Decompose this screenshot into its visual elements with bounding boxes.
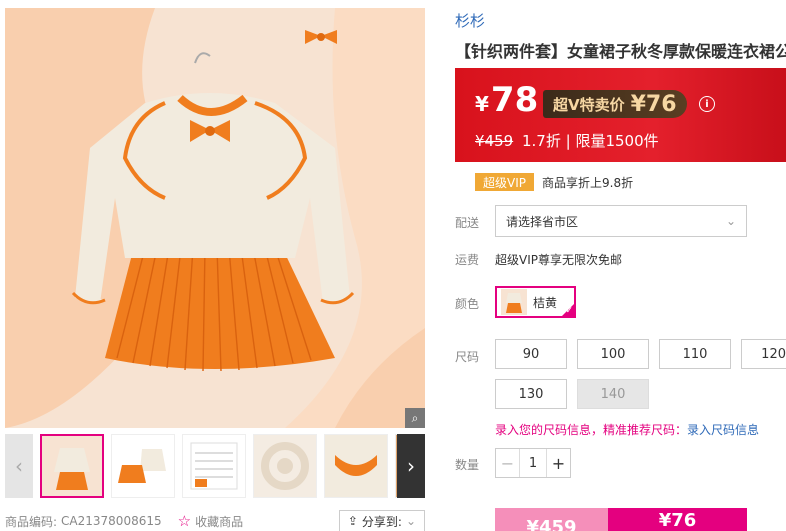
thumbnail-strip: ‹ › [5,434,425,498]
product-title: 【针织两件套】女童裙子秋冬厚款保暖连衣裙公主裙 [455,42,786,61]
share-button[interactable]: ⇪ 分享到: ⌄ [338,510,425,531]
share-icon: ⇪ [347,514,358,528]
discount-text: 1.7折 [521,132,561,150]
size-option-110[interactable]: 110 [659,339,731,369]
size-hint: 录入您的尺码信息，精准推荐尺码：录入尺码信息 [495,421,759,438]
quantity-input[interactable]: 1 [520,449,546,477]
limit-text: 限量1500件 [575,132,659,150]
size-hint-link[interactable]: 录入尺码信息 [687,423,759,437]
chevron-down-icon: ⌄ [405,514,416,528]
quantity-stepper: − 1 + [495,448,571,478]
quantity-decrease-button[interactable]: − [496,449,520,477]
current-price: ¥78 [475,80,538,120]
vip-price-label: 超V特卖价 [553,95,625,114]
thumbnail-4[interactable] [253,434,317,498]
thumb-prev-arrow-icon[interactable]: ‹ [5,434,33,498]
buy-vip-price-button[interactable]: ¥76 [608,508,747,531]
share-label: 分享到: [361,514,402,529]
vip-discount-line: 超级VIP 商品享折上9.8折 [475,172,633,192]
original-price: ¥459 [475,132,514,150]
size-label: 尺码 [455,350,480,364]
main-product-image[interactable]: ⌕ [5,8,425,428]
color-label: 颜色 [455,297,480,311]
color-option-label: 桔黄 [533,295,558,310]
price-panel: ¥78 超V特卖价 ¥76 i ¥459 1.7折 | 限量1500件 [455,68,786,162]
thumbnail-5[interactable] [324,434,388,498]
buy-bar: ¥459 ¥76 [495,508,747,531]
product-code: CA21378008615 [61,514,162,528]
product-photo [5,8,425,428]
chevron-down-icon: ⌄ [725,214,736,228]
size-option-90[interactable]: 90 [495,339,567,369]
size-option-100[interactable]: 100 [577,339,649,369]
buy-original-price-button[interactable]: ¥459 [495,508,608,531]
vip-price-tag: 超V特卖价 ¥76 [543,90,687,118]
thumbnail-2[interactable] [111,434,175,498]
shipping-label: 运费 [455,253,480,267]
size-option-140: 140 [577,379,649,409]
favorite-button[interactable]: ☆ 收藏商品 [178,512,243,530]
product-meta-row: 商品编码: CA21378008615 ☆ 收藏商品 ⇪ 分享到: ⌄ [5,510,425,531]
shop-name-link[interactable]: 杉杉 [455,10,485,31]
shipping-text: 超级VIP尊享无限次免邮 [495,253,622,267]
quantity-increase-button[interactable]: + [546,449,570,477]
thumb-next-arrow-icon[interactable]: › [397,434,425,498]
quantity-label: 数量 [455,458,480,472]
delivery-label: 配送 [455,216,480,230]
super-vip-badge[interactable]: 超级VIP [475,173,534,191]
star-icon: ☆ [177,512,192,530]
size-option-120[interactable]: 120 [741,339,786,369]
vip-discount-text: 商品享折上9.8折 [542,175,634,190]
zoom-icon[interactable]: ⌕ [405,408,425,428]
size-option-130[interactable]: 130 [495,379,567,409]
color-swatch [501,289,527,315]
currency-symbol: ¥ [475,92,489,116]
info-icon[interactable]: i [699,96,715,112]
region-select[interactable]: 请选择省市区 ⌄ [495,205,747,237]
check-icon: ✓ [565,306,573,316]
product-code-label: 商品编码: [5,514,58,529]
region-select-value: 请选择省市区 [506,214,579,229]
thumbnail-3[interactable] [182,434,246,498]
vip-price-value: ¥76 [630,91,677,117]
favorite-label: 收藏商品 [195,514,244,529]
thumbnail-1[interactable] [40,434,104,498]
price-sub-line: ¥459 1.7折 | 限量1500件 [475,130,659,151]
size-hint-text: 录入您的尺码信息，精准推荐尺码： [495,423,688,437]
current-price-value: 78 [490,80,539,120]
separator: | [565,132,571,150]
color-option-orange[interactable]: 桔黄 ✓ [495,286,576,318]
